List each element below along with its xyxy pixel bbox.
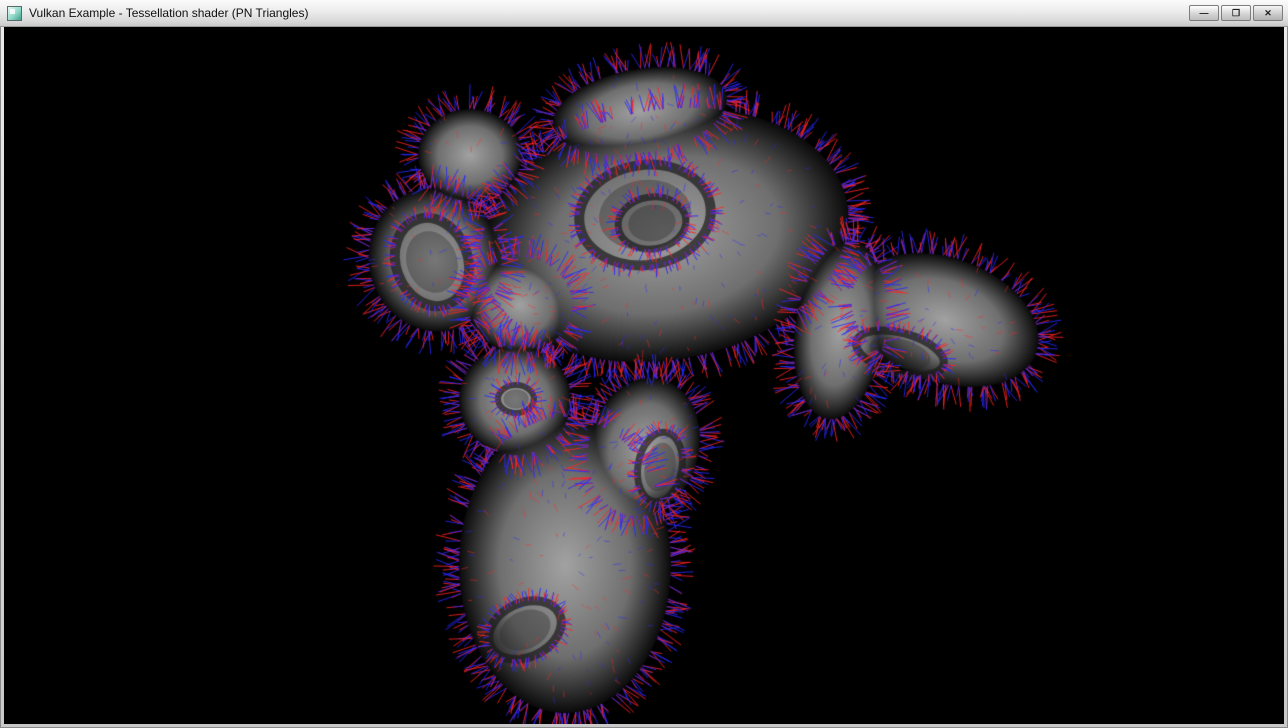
app-icon[interactable]: [7, 6, 22, 21]
render-area: [4, 27, 1284, 724]
render-viewport[interactable]: [4, 27, 1284, 724]
app-icon-glint: [10, 9, 15, 14]
maximize-button[interactable]: ❐: [1221, 5, 1251, 21]
app-window: Vulkan Example - Tessellation shader (PN…: [0, 0, 1288, 728]
title-bar[interactable]: Vulkan Example - Tessellation shader (PN…: [0, 0, 1288, 27]
minimize-button[interactable]: —: [1189, 5, 1219, 21]
window-title: Vulkan Example - Tessellation shader (PN…: [29, 6, 308, 20]
window-controls: — ❐ ✕: [1189, 5, 1283, 21]
close-button[interactable]: ✕: [1253, 5, 1283, 21]
